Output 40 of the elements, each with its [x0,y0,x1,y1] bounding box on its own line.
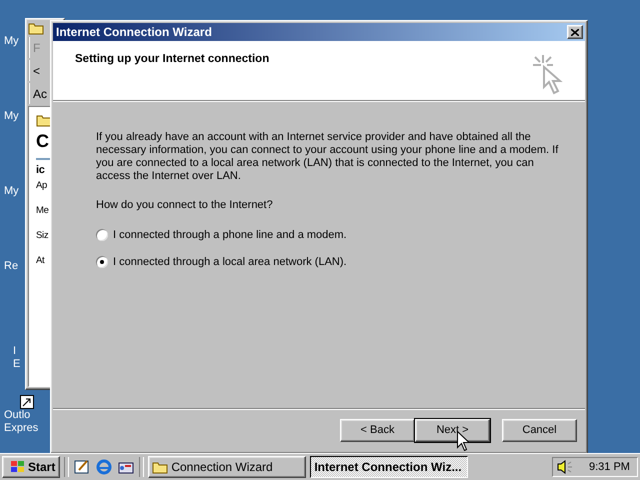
taskbar-button[interactable]: Internet Connection Wiz... [310,456,468,478]
wizard-button[interactable]: Cancel [502,418,577,442]
option-label[interactable]: I connected through a local area network (LAN). [113,256,347,268]
radio-button[interactable] [96,256,108,268]
detail-text: ic [36,164,46,176]
folder-icon [152,460,168,474]
speaker-icon[interactable] [557,460,573,474]
detail-text: Ap [36,180,48,191]
cursor-sparkle-icon [531,53,565,97]
option-label[interactable]: I connected through a phone line and a modem. [113,229,347,241]
toolbar-text: F [33,40,40,54]
detail-text: At [36,255,46,266]
toolbar-text: < [33,64,40,78]
shortcut-icon [20,395,34,409]
folder-icon [28,21,44,35]
detail-text: Siz [36,230,50,241]
wizard-button[interactable]: Next > [415,418,490,442]
question-text: How do you connect to the Internet? [96,199,274,211]
toolbar-text: Ac [33,86,48,100]
desktop-icon-label: Expres [3,422,38,435]
desktop-icon-label: My [3,110,19,123]
close-button[interactable] [567,25,583,39]
desktop-icon-label: Re [3,260,18,273]
wizard-button[interactable]: < Back [340,418,415,442]
radio-button[interactable] [96,229,108,241]
header-title: Setting up your Internet connection [75,53,270,65]
folder-icon [36,113,52,127]
desktop-icon-label: I [12,345,18,358]
desktop-icon-label: E [12,358,20,371]
desktop-icon-label: Outlo [3,409,32,422]
desktop-icon-label: My [3,35,19,48]
clock: 9:31 PM [589,461,630,473]
detail-text: Me [36,205,50,216]
window-title: Internet Connection Wizard [56,25,212,39]
intro-paragraph: If you already have an account with an Internet service provider and have obtained all the necessary information, you can connect to your account using your phone line and a modem. If you are connected to a local area network (LAN) that is connected to the Internet, you can access the Internet over LAN. [96,131,560,183]
start-button[interactable]: Start [2,456,60,478]
desktop-icon-label: My [3,185,19,198]
close-icon [571,28,579,36]
desktop-icon[interactable] [73,458,92,476]
taskbar-button[interactable]: Connection Wizard [148,456,306,478]
